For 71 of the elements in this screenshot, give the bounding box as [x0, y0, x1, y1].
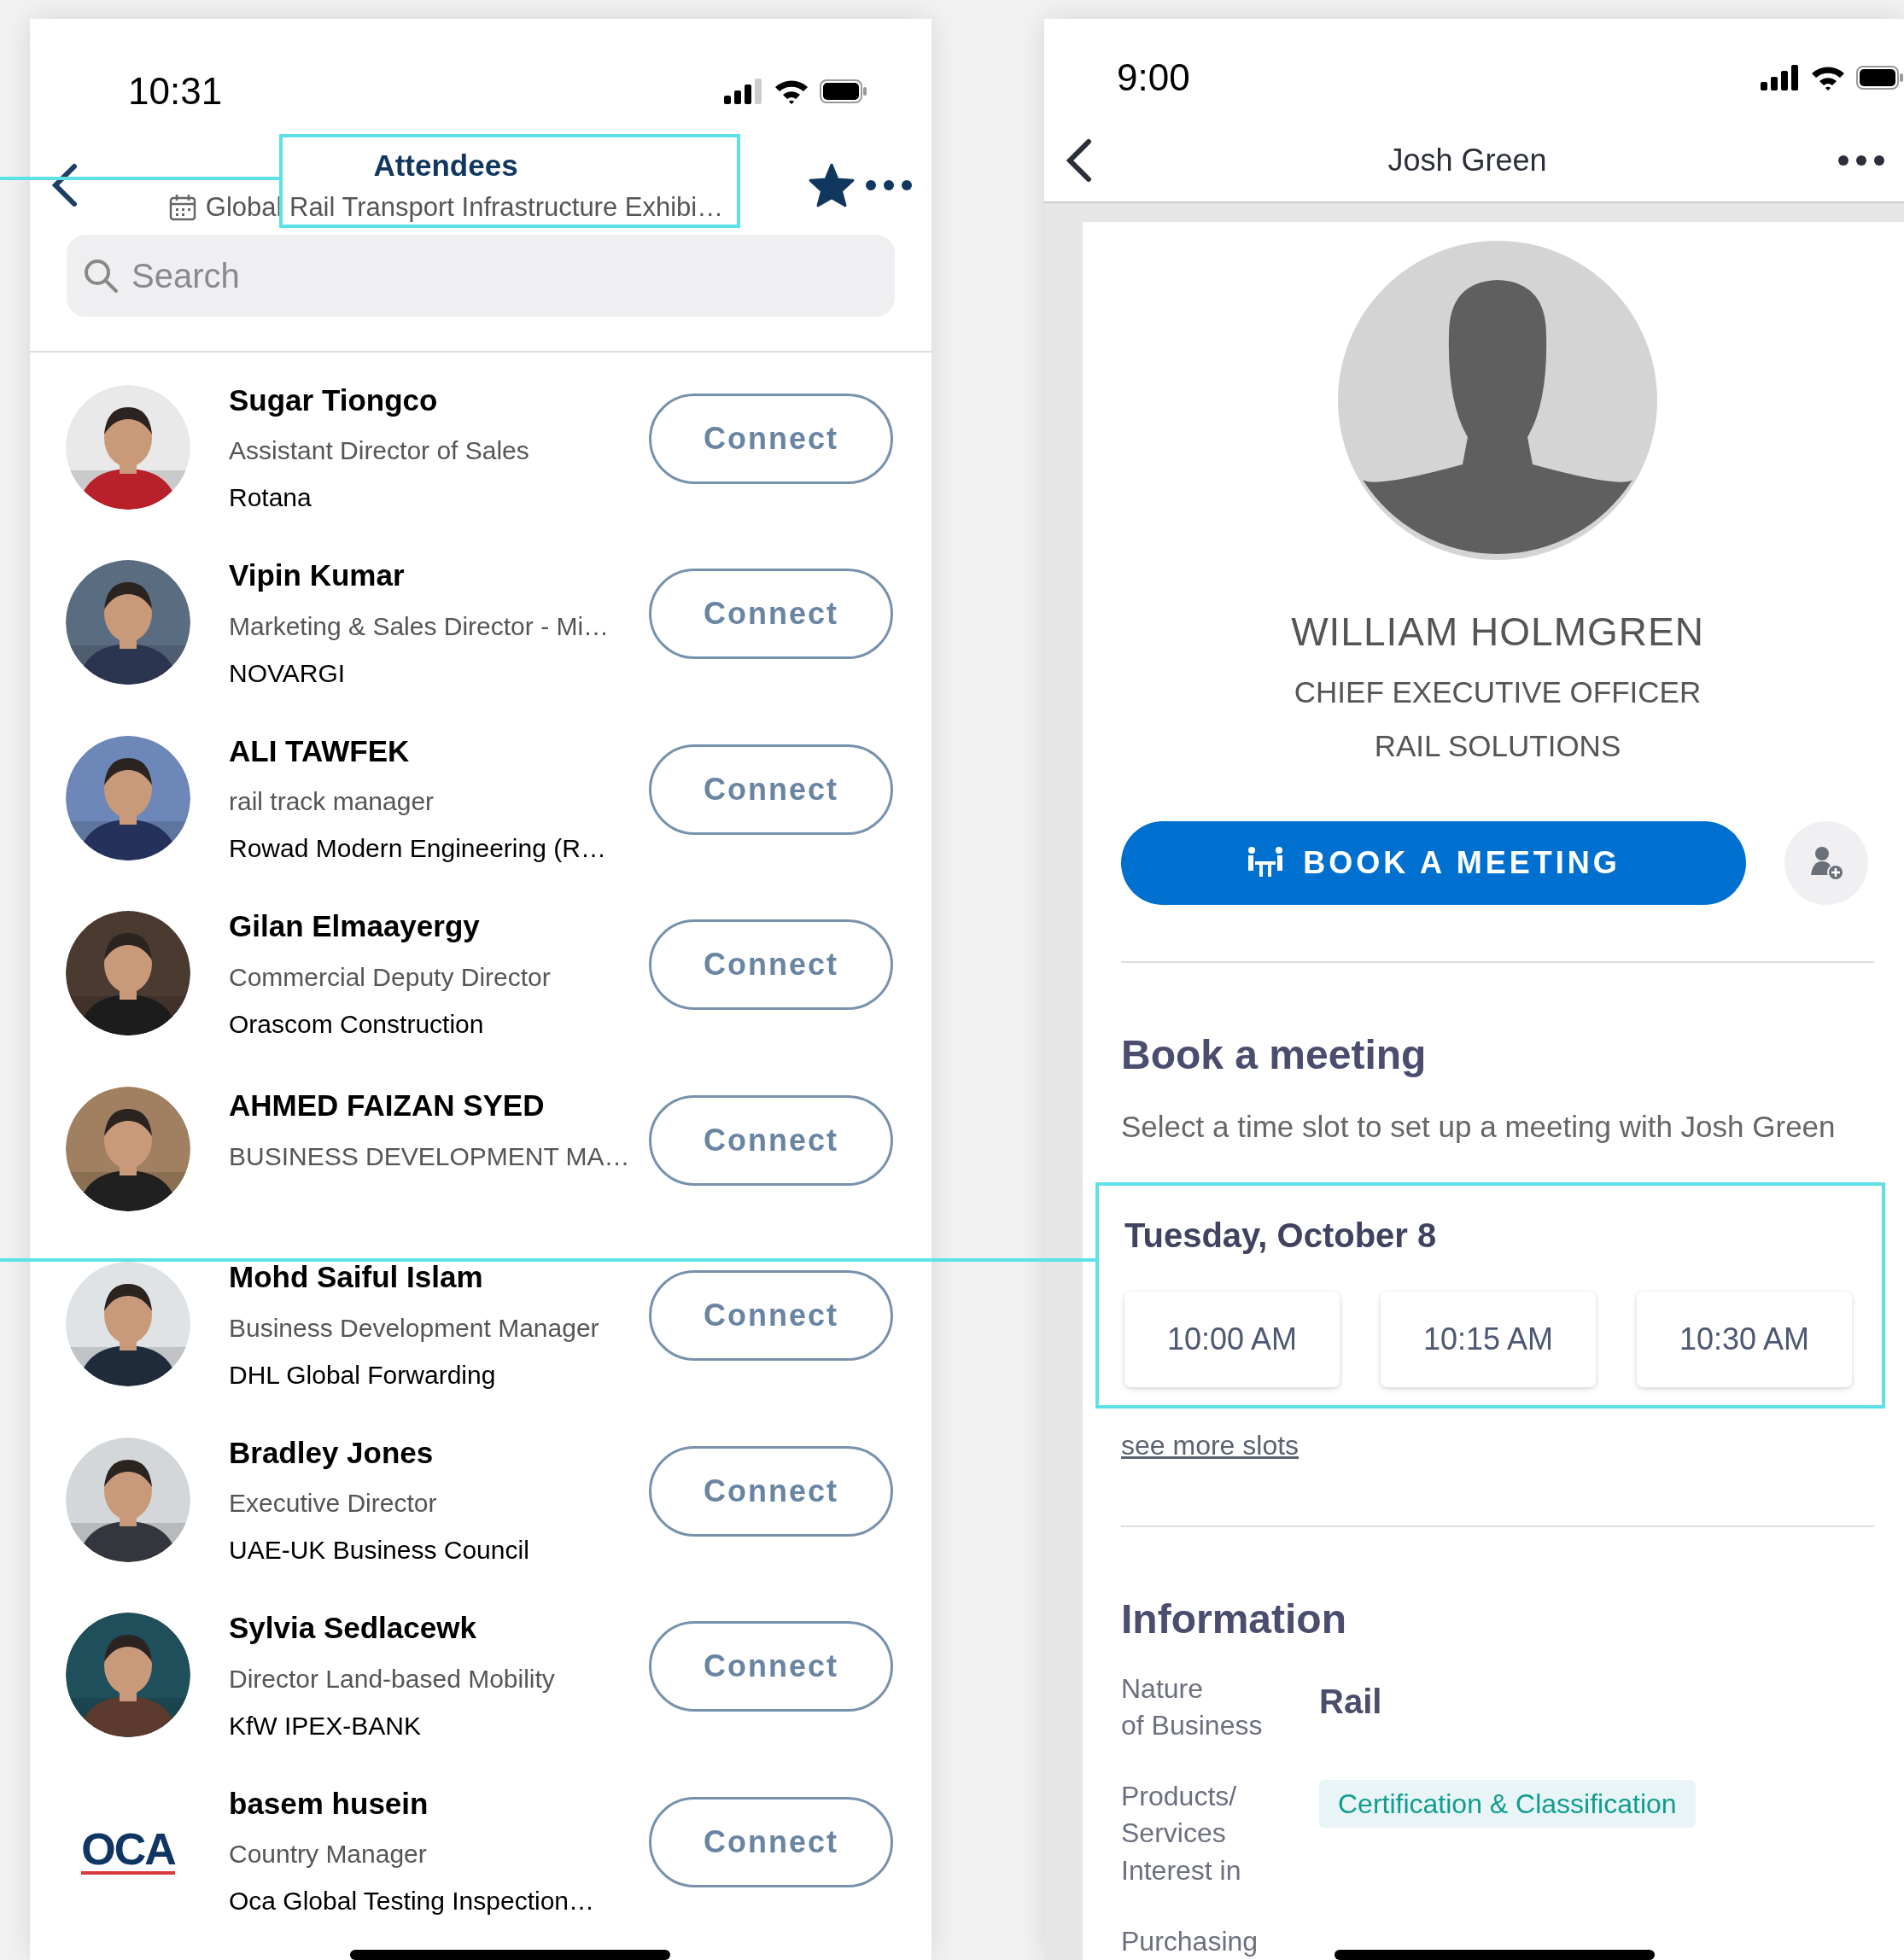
time-slot-button[interactable]: 10:30 AM — [1637, 1291, 1852, 1387]
connect-button[interactable]: Connect — [649, 393, 893, 484]
wifi-icon — [774, 79, 809, 104]
attendee-title: Commercial Deputy Director — [229, 961, 552, 993]
profile-job-title: CHIEF EXECUTIVE OFFICER — [1294, 674, 1702, 711]
time-slot-button[interactable]: 10:00 AM — [1124, 1291, 1340, 1387]
attendee-title: Assistant Director of Sales — [229, 435, 530, 466]
profile-company: RAIL SOLUTIONS — [1374, 727, 1621, 764]
more-icon[interactable] — [1837, 155, 1885, 167]
info-label: Products/ Services Interest in — [1121, 1780, 1242, 1887]
info-tag: Certification & Classification — [1319, 1780, 1696, 1829]
section-description: Select a time slot to set up a meeting with Josh Green — [1121, 1109, 1837, 1146]
see-more-slots-link[interactable]: see more slots — [1121, 1424, 1874, 1466]
attendee-name: ALI TAWFEK — [229, 732, 411, 769]
info-label: Nature of Business — [1121, 1671, 1264, 1743]
attendee-title: Country Manager — [229, 1839, 428, 1870]
company-logo: OCA — [81, 1826, 175, 1875]
section-title: Book a meeting — [1121, 1031, 1428, 1080]
attendee-title: Director Land-based Mobility — [229, 1663, 556, 1695]
section-title: Information — [1121, 1595, 1347, 1643]
screen-title: Attendees — [373, 147, 518, 184]
calendar-icon — [167, 193, 197, 223]
attendee-company: UAE-UK Business Council — [229, 1535, 530, 1566]
attendee-name: Mohd Saiful Islam — [229, 1259, 484, 1295]
attendee-company: Oca Global Testing Inspection… — [229, 1886, 595, 1916]
signal-icon — [1761, 65, 1800, 90]
search-icon — [82, 257, 120, 295]
search-field[interactable]: Search — [67, 235, 895, 317]
connect-button[interactable]: Connect — [649, 1094, 893, 1186]
battery-icon — [1856, 66, 1904, 90]
status-time: 9:00 — [1117, 55, 1190, 100]
info-value: Rail — [1319, 1682, 1382, 1720]
attendee-title: rail track manager — [229, 786, 435, 817]
status-time: 10:31 — [128, 69, 223, 114]
profile-name: WILLIAM HOLMGREN — [1291, 609, 1704, 656]
slot-date: Tuesday, October 8 — [1124, 1216, 1437, 1254]
attendee-name: AHMED FAIZAN SYED — [229, 1088, 546, 1123]
attendee-name: Gilan Elmaayergy — [229, 908, 481, 944]
time-slot-button[interactable]: 10:15 AM — [1381, 1291, 1596, 1387]
book-meeting-button[interactable]: BOOK A MEETING — [1121, 821, 1746, 906]
attendee-title: Business Development Manager — [229, 1312, 600, 1344]
event-name: Global Rail Transport Infrastructure Exhibi… — [205, 191, 724, 224]
connect-button[interactable]: Connect — [649, 919, 893, 1011]
connect-button[interactable]: Connect — [649, 1270, 893, 1362]
star-icon[interactable] — [809, 163, 855, 207]
connect-button[interactable]: Connect — [649, 1621, 893, 1712]
attendee-name: basem husein — [229, 1785, 429, 1822]
attendee-company: DHL Global Forwarding — [229, 1359, 497, 1391]
connect-button[interactable]: Connect — [649, 569, 893, 660]
profile-silhouette-icon — [1338, 241, 1657, 561]
battery-icon — [820, 79, 867, 103]
attendee-company: Rowad Modern Engineering (R… — [229, 833, 607, 864]
attendee-name: Sylvia Sedlacewk — [229, 1610, 477, 1646]
attendee-company: Rotana — [229, 482, 312, 513]
connect-button[interactable]: Connect — [649, 1796, 893, 1887]
attendee-name: Vipin Kumar — [229, 557, 406, 593]
attendee-company: KfW IPEX-BANK — [229, 1710, 423, 1741]
attendee-company: Orascom Construction — [229, 1008, 485, 1040]
connect-button[interactable]: Connect — [649, 744, 893, 835]
attendee-company: NOVARGI — [229, 657, 347, 689]
attendee-name: Bradley Jones — [229, 1434, 435, 1471]
info-label: Purchasing — [1121, 1924, 1259, 1958]
signal-icon — [724, 79, 763, 104]
more-icon[interactable] — [865, 179, 913, 191]
attendee-name: Sugar Tiongco — [229, 382, 439, 418]
attendee-title: Executive Director — [229, 1488, 438, 1519]
wifi-icon — [1810, 65, 1846, 90]
attendee-title: BUSINESS DEVELOPMENT MA… — [229, 1140, 631, 1172]
connect-button[interactable]: Connect — [649, 1445, 893, 1537]
screen-title: Josh Green — [1387, 142, 1548, 180]
attendee-title: Marketing & Sales Director - Mi… — [229, 610, 610, 642]
